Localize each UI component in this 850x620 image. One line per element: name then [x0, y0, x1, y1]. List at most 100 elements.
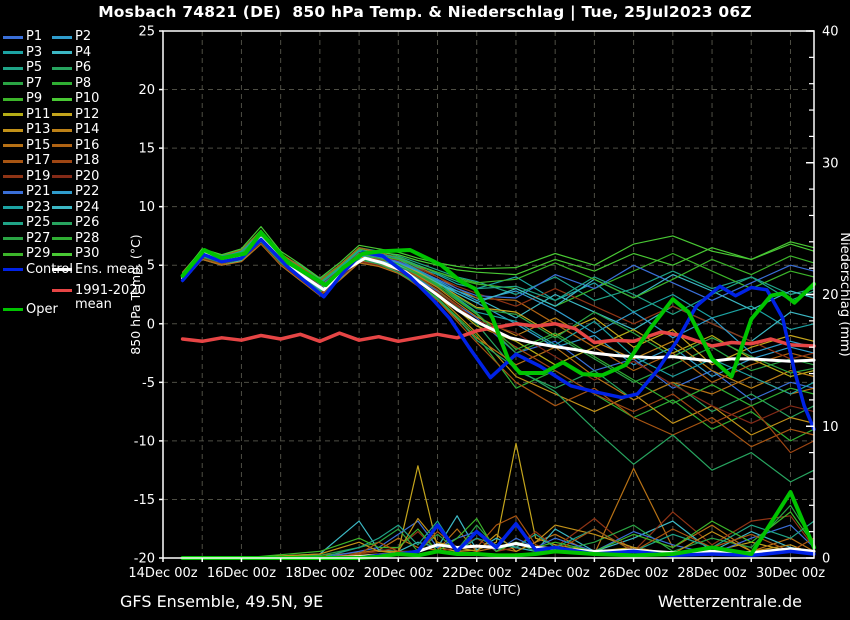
axis-label: 30 [822, 156, 839, 171]
axis-label: 28Dec 00z [677, 566, 746, 581]
legend-item: P3 [3, 46, 42, 60]
axis-label: 18Dec 00z [285, 566, 354, 581]
axis-label: -15 [134, 493, 155, 508]
legend-label: P27 [26, 232, 50, 246]
legend-item: P14 [52, 123, 99, 137]
legend-item: P24 [52, 201, 99, 215]
footer-site-name: Wetterzentrale.de [658, 592, 802, 611]
legend-item: P22 [52, 185, 99, 199]
legend-label: P14 [75, 123, 99, 137]
legend-label: P8 [75, 77, 91, 91]
plot-lines [183, 227, 814, 558]
legend-label: P25 [26, 216, 50, 230]
axis-label: -20 [134, 552, 155, 567]
legend-label: P1 [26, 30, 42, 44]
legend-item: P4 [52, 46, 91, 60]
legend-swatch-icon [3, 206, 23, 209]
legend-swatch-icon [3, 308, 23, 311]
legend-swatch-icon [52, 51, 72, 54]
legend-label: P11 [26, 108, 50, 122]
legend-item: P12 [52, 108, 99, 122]
axis-label: 10 [822, 420, 839, 435]
legend-label: P12 [75, 108, 99, 122]
legend-swatch-icon [3, 175, 23, 178]
legend-item: P8 [52, 77, 91, 91]
legend-swatch-icon [52, 289, 72, 292]
axis-label: 40 [822, 25, 839, 40]
axis-label: -5 [142, 376, 155, 391]
legend-swatch-icon [3, 98, 23, 101]
legend-label: P21 [26, 185, 50, 199]
legend-swatch-icon [3, 222, 23, 225]
legend-item: 1991-2020 mean [52, 284, 152, 312]
legend-swatch-icon [52, 206, 72, 209]
legend-label: P28 [75, 232, 99, 246]
legend-swatch-icon [52, 82, 72, 85]
legend-swatch-icon [3, 129, 23, 132]
legend-label: 1991-2020 mean [75, 284, 152, 312]
legend-swatch-icon [3, 36, 23, 39]
axis-label: 16Dec 00z [207, 566, 276, 581]
legend-item: P17 [3, 154, 50, 168]
legend-item: P9 [3, 92, 42, 106]
gridlines [163, 31, 814, 558]
legend-item: P23 [3, 201, 50, 215]
legend-item: P30 [52, 247, 99, 261]
legend-swatch-icon [3, 160, 23, 163]
legend-swatch-icon [3, 268, 23, 271]
legend-label: P26 [75, 216, 99, 230]
legend-label: P16 [75, 139, 99, 153]
legend-label: Ens. mean [75, 263, 143, 277]
legend-swatch-icon [52, 191, 72, 194]
axis-label: 22Dec 00z [442, 566, 511, 581]
axis-label: 20Dec 00z [364, 566, 433, 581]
legend-label: P18 [75, 154, 99, 168]
legend-swatch-icon [3, 82, 23, 85]
legend-label: P15 [26, 139, 50, 153]
legend-swatch-icon [52, 237, 72, 240]
legend-item: Oper [3, 303, 58, 317]
legend-swatch-icon [52, 175, 72, 178]
legend-swatch-icon [52, 144, 72, 147]
legend-label: P22 [75, 185, 99, 199]
legend-label: P20 [75, 170, 99, 184]
legend-item: P20 [52, 170, 99, 184]
legend-label: P3 [26, 46, 42, 60]
legend-label: P2 [75, 30, 91, 44]
legend-item: P13 [3, 123, 50, 137]
axis-label: -10 [134, 434, 155, 449]
legend-item: P7 [3, 77, 42, 91]
legend-swatch-icon [3, 237, 23, 240]
legend-swatch-icon [52, 160, 72, 163]
legend-item: P21 [3, 185, 50, 199]
legend-label: P30 [75, 247, 99, 261]
axis-label: 20 [822, 288, 839, 303]
legend-swatch-icon [3, 191, 23, 194]
axis-label: 30Dec 00z [756, 566, 825, 581]
legend-label: P17 [26, 154, 50, 168]
ensemble-member-temp-line [183, 231, 814, 300]
legend-item: P1 [3, 30, 42, 44]
legend-item: P19 [3, 170, 50, 184]
legend-label: P6 [75, 61, 91, 75]
legend-swatch-icon [52, 222, 72, 225]
legend-swatch-icon [52, 36, 72, 39]
footer-model-info: GFS Ensemble, 49.5N, 9E [120, 592, 323, 611]
legend-swatch-icon [52, 268, 72, 271]
legend-item: P5 [3, 61, 42, 75]
legend-swatch-icon [3, 67, 23, 70]
legend-label: P5 [26, 61, 42, 75]
legend-item: Ens. mean [52, 263, 143, 277]
legend-label: P9 [26, 92, 42, 106]
legend-item: P10 [52, 92, 99, 106]
legend-swatch-icon [3, 144, 23, 147]
axis-label: Date (UTC) [455, 583, 521, 597]
axis-label: 14Dec 00z [128, 566, 197, 581]
legend-item: P6 [52, 61, 91, 75]
legend-label: P4 [75, 46, 91, 60]
legend-item: P27 [3, 232, 50, 246]
legend-swatch-icon [52, 129, 72, 132]
legend-item: P26 [52, 216, 99, 230]
axis-label: 24Dec 00z [521, 566, 590, 581]
legend-label: P19 [26, 170, 50, 184]
